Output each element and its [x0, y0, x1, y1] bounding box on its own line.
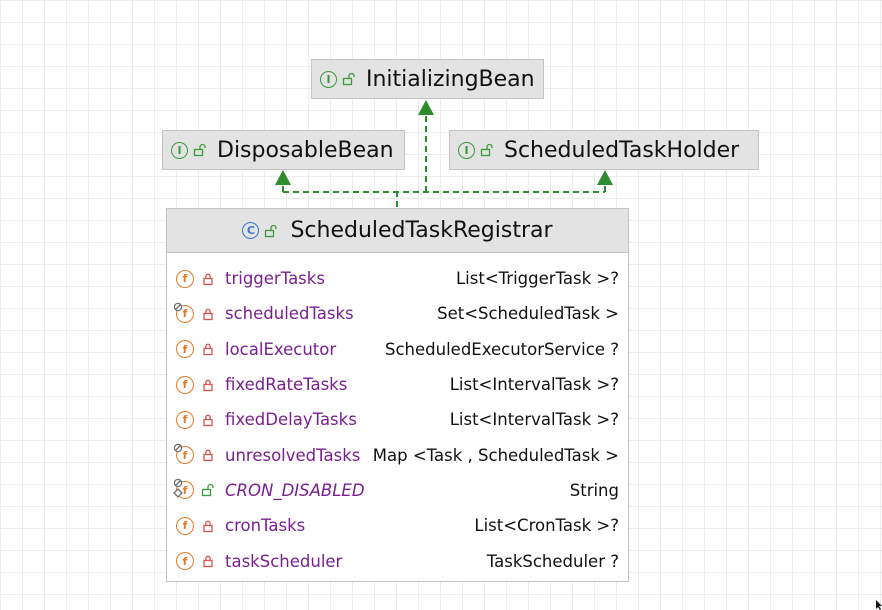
node-title: ScheduledTaskHolder — [504, 137, 740, 163]
public-lock-icon — [201, 484, 214, 497]
final-pin-icon — [173, 443, 183, 453]
private-lock-icon — [203, 449, 213, 462]
field-row[interactable]: f fixedRateTasks List<IntervalTask >? — [167, 367, 628, 402]
field-type: ScheduledExecutorService ? — [385, 339, 619, 359]
arrowhead-holder — [597, 170, 613, 185]
node-title: DisposableBean — [217, 137, 394, 163]
field-name: CRON_DISABLED — [225, 480, 365, 500]
field-row[interactable]: f fixedDelayTasks List<IntervalTask >? — [167, 402, 628, 437]
field-icon: f — [176, 340, 194, 359]
field-type: List<IntervalTask >? — [449, 375, 619, 395]
field-row[interactable]: f triggerTasks List<TriggerTask >? — [167, 261, 628, 296]
private-lock-icon — [203, 555, 213, 568]
node-title: InitializingBean — [366, 66, 535, 92]
field-icon-wrap: f — [174, 409, 196, 431]
field-name: cronTasks — [225, 516, 306, 536]
private-lock-icon — [203, 379, 213, 391]
public-lock-icon — [265, 224, 278, 237]
private-lock-icon — [203, 343, 213, 356]
field-row[interactable]: f taskScheduler TaskScheduler ? — [167, 543, 628, 578]
private-lock-icon — [203, 520, 213, 532]
field-icon-wrap: f — [173, 443, 196, 466]
interface-icon: I — [320, 70, 337, 88]
field-icon-wrap: f — [174, 338, 196, 360]
field-name: fixedRateTasks — [225, 375, 348, 395]
field-type: List<CronTask >? — [474, 516, 619, 536]
node-scheduled-task-holder[interactable]: I ScheduledTaskHolder — [449, 130, 759, 170]
field-list: f triggerTasks List<TriggerTask >? f sch… — [167, 253, 628, 579]
field-icon: f — [176, 410, 194, 429]
field-type: TaskScheduler ? — [486, 551, 619, 571]
field-type: List<IntervalTask >? — [449, 410, 619, 430]
field-type: Map <Task , ScheduledTask > — [372, 445, 619, 465]
class-header[interactable]: C ScheduledTaskRegistrar — [167, 209, 628, 253]
private-lock-icon — [203, 414, 213, 426]
field-name: scheduledTasks — [225, 304, 354, 324]
interface-icon: I — [458, 141, 475, 159]
static-diamond-icon — [173, 488, 183, 499]
field-name: taskScheduler — [225, 551, 343, 571]
field-icon-wrap: f — [174, 374, 196, 396]
public-lock-icon — [480, 143, 493, 157]
arrowhead-initializing — [418, 100, 434, 115]
class-title: ScheduledTaskRegistrar — [290, 218, 553, 243]
field-icon-wrap: f — [173, 302, 196, 325]
field-row[interactable]: f CRON_DISABLED String — [167, 473, 628, 508]
field-icon-wrap: f — [174, 550, 196, 572]
corner-grip-icon — [876, 600, 882, 610]
field-row[interactable]: f unresolvedTasks Map <Task , ScheduledT… — [167, 437, 628, 472]
field-row[interactable]: f scheduledTasks Set<ScheduledTask > — [167, 296, 628, 331]
arrowhead-disposable — [275, 170, 291, 185]
field-name: triggerTasks — [225, 269, 325, 289]
field-icon-wrap: f — [174, 268, 196, 290]
field-row[interactable]: f cronTasks List<CronTask >? — [167, 508, 628, 543]
field-name: fixedDelayTasks — [225, 410, 357, 430]
interface-icon: I — [171, 141, 188, 159]
node-initializing-bean[interactable]: I InitializingBean — [311, 59, 544, 99]
field-icon-wrap: f — [173, 479, 196, 501]
class-icon: C — [242, 222, 260, 239]
field-icon: f — [176, 375, 194, 394]
node-disposable-bean[interactable]: I DisposableBean — [162, 130, 405, 170]
field-name: localExecutor — [225, 339, 337, 359]
final-pin-icon — [173, 302, 183, 312]
class-scheduled-task-registrar[interactable]: C ScheduledTaskRegistrar f triggerTasks … — [166, 208, 629, 582]
private-lock-icon — [203, 273, 213, 285]
private-lock-icon — [203, 308, 213, 321]
public-lock-icon — [193, 143, 206, 157]
field-icon-wrap: f — [174, 515, 196, 537]
field-icon: f — [176, 552, 194, 571]
public-lock-icon — [342, 72, 355, 86]
field-type: String — [569, 480, 619, 500]
field-type: Set<ScheduledTask > — [437, 304, 619, 324]
field-row[interactable]: f localExecutor ScheduledExecutorService… — [167, 332, 628, 367]
field-type: List<TriggerTask >? — [455, 269, 619, 289]
field-icon: f — [176, 269, 194, 288]
field-icon: f — [176, 516, 194, 535]
field-name: unresolvedTasks — [225, 445, 361, 465]
